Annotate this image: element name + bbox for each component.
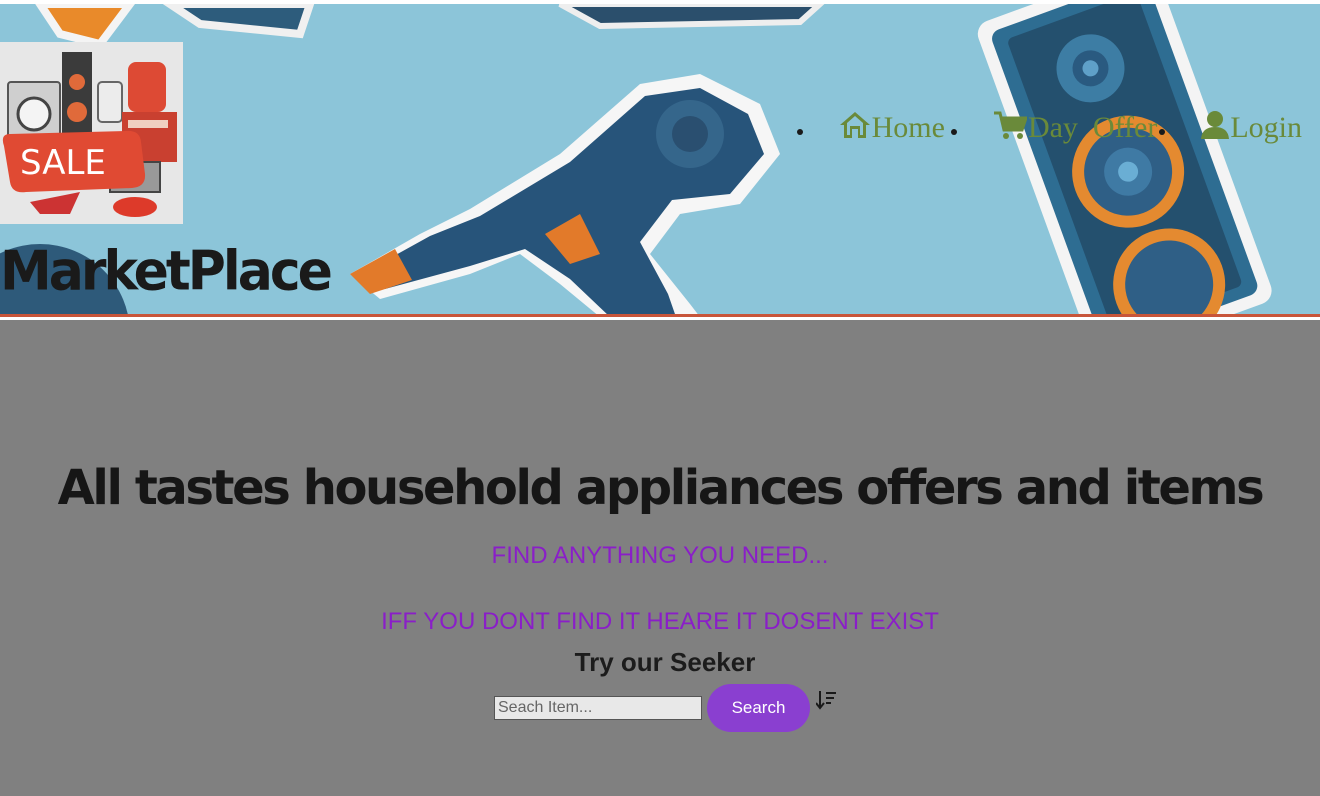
main-navigation: Home Day Offer Login (796, 104, 1302, 152)
hero-heading: All tastes household appliances offers a… (57, 460, 1265, 516)
user-icon (1201, 111, 1230, 139)
home-icon (839, 112, 870, 138)
search-bar: Search (494, 684, 836, 732)
nav-bullet (1159, 129, 1166, 135)
nav-label-home: Home (871, 111, 945, 144)
seeker-title: Try our Seeker (574, 647, 756, 677)
nav-label-day-offer: Day Offer (1027, 111, 1158, 144)
nav-day-offer-item: Day Offer (945, 111, 1157, 145)
site-title: MarketPlace (0, 240, 333, 303)
nav-label-login: Login (1230, 111, 1302, 144)
nav-bullet (796, 129, 803, 135)
nav-bullet (950, 129, 957, 135)
appliances-sale-logo-icon: SALE (0, 42, 183, 224)
nav-login-item: Login (1157, 111, 1302, 145)
tagline-find-anything: FIND ANYTHING YOU NEED... (491, 542, 829, 569)
nav-link-login[interactable]: Login (1201, 111, 1302, 145)
nav-home-item: Home (796, 111, 945, 145)
search-button[interactable]: Search (707, 684, 810, 732)
tagline-not-exist: IFF YOU DONT FIND IT HEARE IT DOSENT EXI… (381, 608, 939, 635)
search-input[interactable] (494, 696, 702, 720)
cart-icon (993, 111, 1027, 139)
sort-descending-icon[interactable] (816, 690, 836, 710)
logo-sale-text: SALE (20, 143, 106, 183)
main-content: All tastes household appliances offers a… (0, 320, 1320, 796)
logo[interactable]: SALE (0, 42, 183, 224)
site-header: SALE MarketPlace Home Day Offer Login (0, 4, 1320, 317)
nav-link-day-offer[interactable]: Day Offer (993, 111, 1157, 145)
nav-link-home[interactable]: Home (839, 111, 945, 145)
